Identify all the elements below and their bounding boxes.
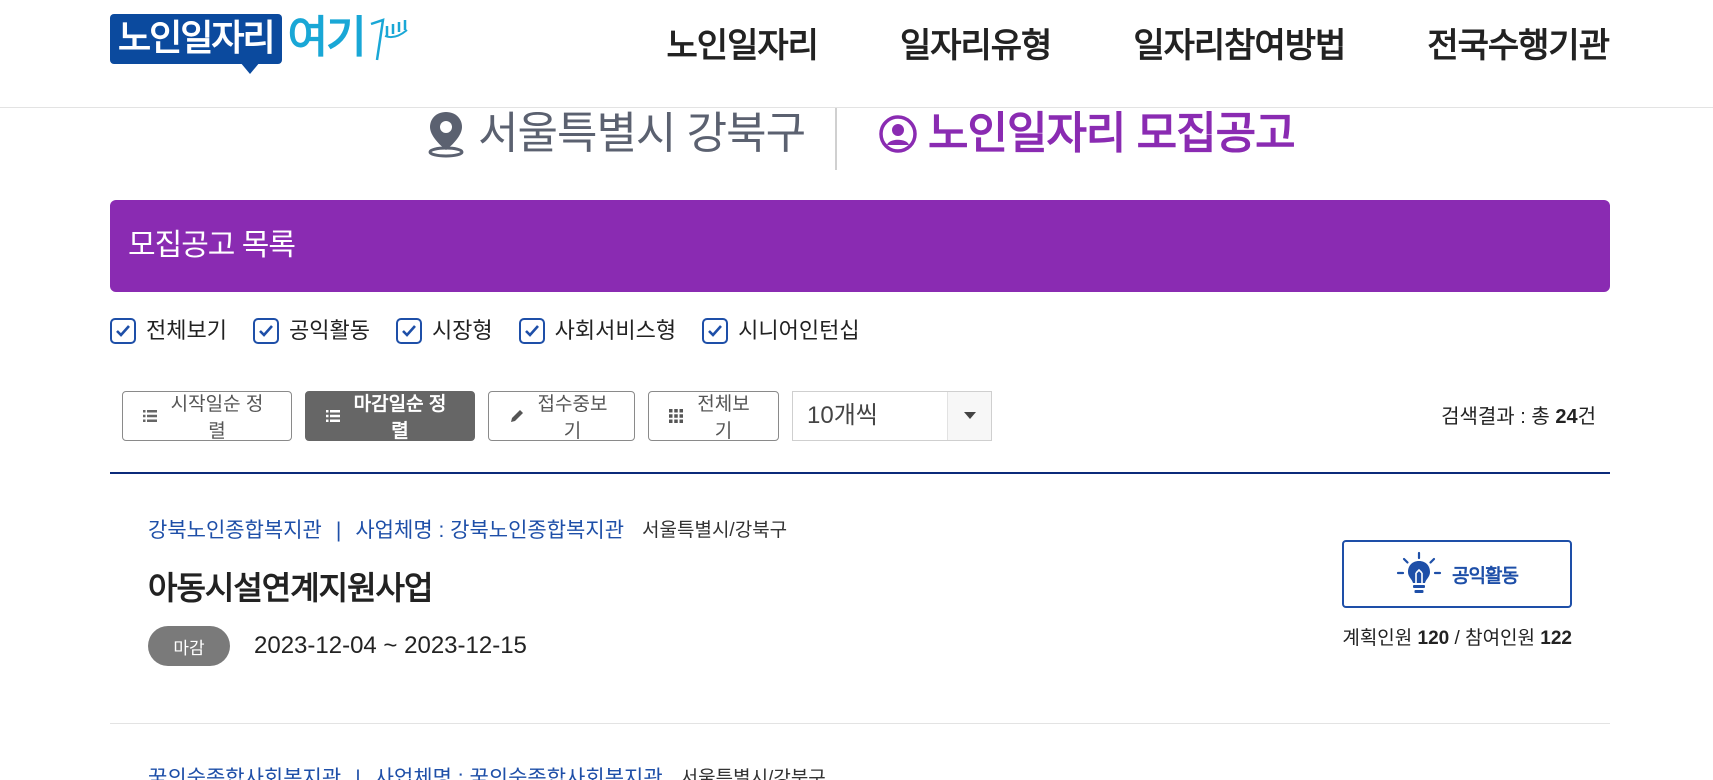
planned-count: 120 xyxy=(1417,628,1450,649)
headcount-separator: / xyxy=(1454,628,1460,649)
meta-separator: | xyxy=(335,519,342,542)
listing-meta: 강북노인종합복지관 | 사업체명 : 강북노인종합복지관 서울특별시/강북구 xyxy=(148,516,787,546)
sort-deadline-button[interactable]: 마감일순 정렬 xyxy=(305,391,475,442)
list-icon xyxy=(143,410,157,422)
checkbox[interactable] xyxy=(395,318,422,344)
grid-icon xyxy=(669,409,683,423)
logo-mark-icon xyxy=(370,18,408,61)
nav-item-job-types[interactable]: 일자리유형 xyxy=(900,22,1052,70)
user-circle-icon xyxy=(879,115,917,153)
check-icon xyxy=(708,325,723,337)
checkbox[interactable] xyxy=(702,318,729,344)
nav-item-senior-jobs[interactable]: 노인일자리 xyxy=(667,22,819,70)
headcount: 계획인원 120 / 참여인원 122 xyxy=(1342,624,1572,654)
listing-date-range: 2023-12-04 ~ 2023-12-15 xyxy=(254,632,527,659)
participants-count: 122 xyxy=(1540,628,1572,649)
banner-title: 모집공고 목록 xyxy=(128,229,296,262)
listing-title[interactable]: 아동시설연계지원사업 xyxy=(148,566,433,610)
region-text: 서울특별시 강북구 xyxy=(478,109,806,158)
site-logo[interactable]: 노인일자리 여기 xyxy=(110,14,411,74)
sort-deadline-label: 마감일순 정렬 xyxy=(353,394,447,442)
pencil-icon xyxy=(509,408,525,424)
logo-main-text: 노인일자리 xyxy=(110,14,282,74)
page-title: 노인일자리 모집공고 xyxy=(878,106,1296,162)
nav-item-how-to-join[interactable]: 일자리참여방법 xyxy=(1133,22,1346,70)
result-suffix: 건 xyxy=(1577,406,1596,428)
title-divider xyxy=(835,108,837,170)
result-count: 검색결과 : 총 24건 xyxy=(1441,402,1596,432)
checkbox[interactable] xyxy=(518,318,545,344)
check-icon xyxy=(524,325,539,337)
main-nav: 노인일자리 일자리유형 일자리참여방법 전국수행기관 xyxy=(585,22,1610,70)
view-open-label: 접수중보기 xyxy=(537,394,608,442)
list-banner: 모집공고 목록 xyxy=(110,200,1610,292)
sort-start-date-button[interactable]: 시작일순 정렬 xyxy=(122,391,292,442)
lightbulb-icon xyxy=(1396,551,1442,593)
meta-separator: | xyxy=(355,767,361,780)
view-all-label: 전체보기 xyxy=(697,394,750,442)
location-pin-icon xyxy=(428,112,464,158)
listing-card[interactable]: 강북노인종합복지관 | 사업체명 : 강북노인종합복지관 서울특별시/강북구 아… xyxy=(110,474,1610,724)
listing-org[interactable]: 꿈의숲종합사회복지관 xyxy=(148,764,341,780)
checkbox[interactable] xyxy=(252,318,279,344)
filter-label: 시장형 xyxy=(431,318,493,343)
filter-label: 사회서비스형 xyxy=(554,318,677,343)
filter-social-service[interactable]: 사회서비스형 xyxy=(518,316,677,346)
filter-public-activity[interactable]: 공익활동 xyxy=(252,316,370,346)
filter-market-type[interactable]: 시장형 xyxy=(395,316,493,346)
nav-item-agencies[interactable]: 전국수행기관 xyxy=(1427,22,1610,70)
view-open-button[interactable]: 접수중보기 xyxy=(488,391,635,442)
filter-label: 공익활동 xyxy=(288,318,370,343)
per-page-select[interactable]: 10개씩 xyxy=(792,391,992,441)
result-number: 24 xyxy=(1555,406,1578,428)
result-prefix: 검색결과 : 총 xyxy=(1441,406,1556,428)
location-row: 서울특별시 강북구 노인일자리 모집공고 xyxy=(0,100,1713,172)
list-icon xyxy=(326,410,340,422)
category-filters: 전체보기 공익활동 시장형 사회서비스형 시니어인턴십 xyxy=(110,316,886,346)
region-label: 서울특별시 강북구 xyxy=(424,106,806,162)
view-all-button[interactable]: 전체보기 xyxy=(648,391,779,442)
site-header: 노인일자리 여기 노인일자리 일자리유형 일자리참여방법 전국수행기관 xyxy=(0,0,1713,108)
listing-region: 서울특별시/강북구 xyxy=(642,520,788,541)
check-icon xyxy=(402,325,416,337)
logo-accent-text: 여기 xyxy=(287,13,367,62)
sort-toolbar: 시작일순 정렬 마감일순 정렬 접수중보기 전체보기 10개씩 xyxy=(122,391,992,442)
status-badge: 마감 xyxy=(148,626,230,666)
listing-org[interactable]: 강북노인종합복지관 xyxy=(148,516,322,546)
chevron-down-icon[interactable] xyxy=(947,392,991,440)
job-type-label: 공익활동 xyxy=(1452,565,1519,587)
checkbox[interactable] xyxy=(110,318,136,344)
participants-label: 참여인원 xyxy=(1465,628,1536,649)
job-type-badge[interactable]: 공익활동 xyxy=(1342,540,1572,608)
filter-senior-internship[interactable]: 시니어인턴십 xyxy=(702,316,860,346)
listing-business: 사업체명 : 꿈의숲종합사회복지관 xyxy=(374,767,663,780)
planned-label: 계획인원 xyxy=(1342,628,1413,649)
listing-meta: 꿈의숲종합사회복지관 | 사업체명 : 꿈의숲종합사회복지관 서울특별시/강북구 xyxy=(148,764,826,780)
per-page-value: 10개씩 xyxy=(807,402,878,429)
listing-region: 서울특별시/강북구 xyxy=(680,768,826,780)
check-icon xyxy=(116,325,130,337)
filter-label: 전체보기 xyxy=(146,318,227,343)
sort-start-date-label: 시작일순 정렬 xyxy=(170,394,264,442)
check-icon xyxy=(259,325,273,337)
page-title-text: 노인일자리 모집공고 xyxy=(928,109,1296,158)
listing-business: 사업체명 : 강북노인종합복지관 xyxy=(355,519,625,542)
filter-all[interactable]: 전체보기 xyxy=(110,316,227,346)
filter-label: 시니어인턴십 xyxy=(738,318,860,343)
